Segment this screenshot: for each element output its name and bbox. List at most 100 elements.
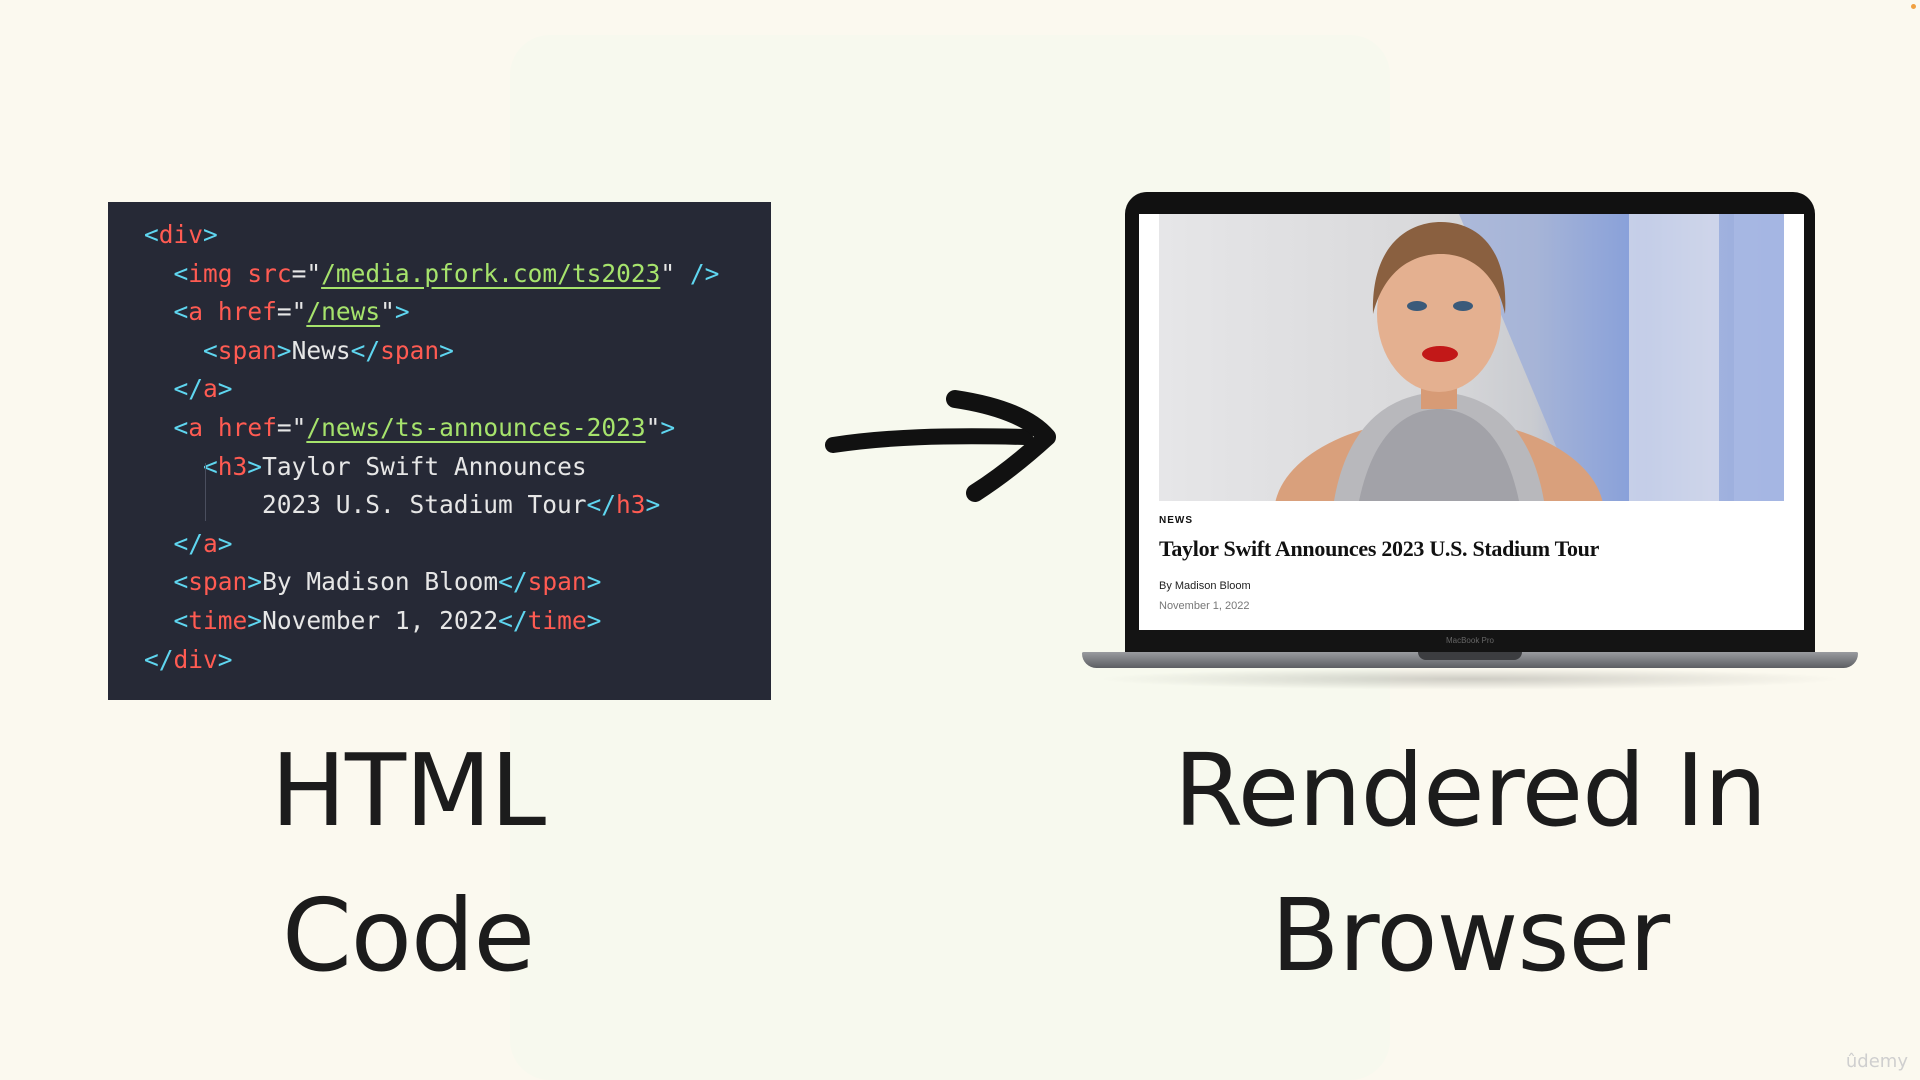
code-line: <div> — [144, 216, 771, 255]
code-line: 2023 U.S. Stadium Tour</h3> — [144, 486, 771, 525]
article-photo — [1159, 214, 1784, 501]
code-token: </ — [350, 335, 381, 365]
code-token: </ — [173, 374, 204, 404]
code-token: src — [247, 258, 292, 288]
indent-guide — [205, 463, 206, 521]
code-token: img — [188, 258, 233, 288]
code-token: > — [276, 335, 292, 365]
code-token: < — [173, 567, 189, 597]
code-token: span — [188, 567, 248, 597]
code-token: < — [173, 297, 189, 327]
code-token: </ — [498, 605, 528, 635]
code-line: <h3>Taylor Swift Announces — [144, 448, 771, 487]
code-token: href — [217, 297, 277, 327]
code-token: a — [188, 412, 204, 442]
code-line: </div> — [144, 641, 771, 680]
code-line: <span>News</span> — [144, 332, 771, 371]
code-token: h3 — [217, 451, 248, 481]
code-token: </ — [173, 528, 204, 558]
code-token: h3 — [616, 490, 646, 520]
laptop-chin: MacBook Pro — [1125, 630, 1815, 652]
code-token: span — [527, 567, 587, 597]
code-token: span — [380, 335, 440, 365]
caption-line: Browser — [1270, 877, 1670, 994]
code-token: > — [247, 451, 263, 481]
code-token: " — [660, 258, 690, 288]
code-token: < — [173, 605, 189, 635]
portrait-image — [1275, 214, 1784, 501]
code-token: /> — [689, 258, 720, 288]
code-token: < — [203, 335, 218, 365]
code-token: time — [188, 605, 248, 635]
code-token: a — [188, 297, 204, 327]
code-token: </ — [498, 567, 528, 597]
code-token: a — [203, 374, 218, 404]
code-token: > — [394, 297, 410, 327]
article-date: November 1, 2022 — [1159, 600, 1250, 612]
code-snippet-panel: <div> <img src="/media.pfork.com/ts2023"… — [108, 202, 771, 700]
code-token: </ — [144, 644, 174, 674]
code-token: =" — [291, 258, 322, 288]
caption-line: Rendered In — [1173, 732, 1767, 849]
article-byline: By Madison Bloom — [1159, 580, 1251, 592]
code-token: " — [380, 297, 395, 327]
code-token: < — [173, 258, 189, 288]
code-token: href — [217, 412, 277, 442]
code-token: Taylor Swift Announces — [262, 451, 587, 481]
code-line: <a href="/news"> — [144, 293, 771, 332]
code-token: /news — [306, 297, 381, 327]
code-line: <a href="/news/ts-announces-2023"> — [144, 409, 771, 448]
code-token: > — [217, 528, 233, 558]
code-token: span — [217, 335, 277, 365]
arrow-right-icon — [825, 390, 1056, 502]
code-token: /news/ts-announces-2023 — [306, 412, 646, 442]
corner-dot — [1911, 4, 1916, 9]
caption-line: Code — [281, 877, 535, 994]
code-token: =" — [276, 412, 307, 442]
code-token: > — [645, 490, 661, 520]
code-token: /media.pfork.com/ts2023 — [321, 258, 661, 288]
laptop-notch — [1418, 652, 1522, 660]
caption-line: HTML — [270, 732, 546, 849]
code-token: " — [645, 412, 661, 442]
code-token: =" — [276, 297, 307, 327]
code-token: > — [660, 412, 676, 442]
code-token: > — [217, 374, 233, 404]
caption-html-code: HTML Code — [108, 718, 708, 1008]
code-token: < — [173, 412, 189, 442]
code-token: November 1, 2022 — [262, 605, 499, 635]
article-headline[interactable]: Taylor Swift Announces 2023 U.S. Stadium… — [1159, 536, 1784, 562]
code-token: > — [217, 644, 233, 674]
code-token: > — [586, 605, 602, 635]
code-token: time — [527, 605, 587, 635]
code-token: News — [291, 335, 351, 365]
code-token: </ — [586, 490, 617, 520]
code-token: < — [144, 220, 159, 249]
laptop-shadow — [1095, 668, 1845, 690]
code-token: a — [203, 528, 218, 558]
article-category-label: NEWS — [1159, 515, 1193, 526]
code-line: <time>November 1, 2022</time> — [144, 602, 771, 641]
code-token: div — [158, 220, 204, 249]
udemy-watermark: ûdemy — [1845, 1051, 1908, 1072]
caption-rendered-in-browser: Rendered In Browser — [1085, 718, 1855, 1008]
code-token: div — [173, 644, 218, 674]
laptop-screen: NEWS Taylor Swift Announces 2023 U.S. St… — [1139, 214, 1804, 630]
code-token: > — [203, 220, 218, 249]
code-line: </a> — [144, 525, 771, 564]
code-token: By Madison Bloom — [262, 567, 499, 597]
code-token: 2023 U.S. Stadium Tour — [144, 490, 587, 520]
code-token: > — [247, 605, 263, 635]
